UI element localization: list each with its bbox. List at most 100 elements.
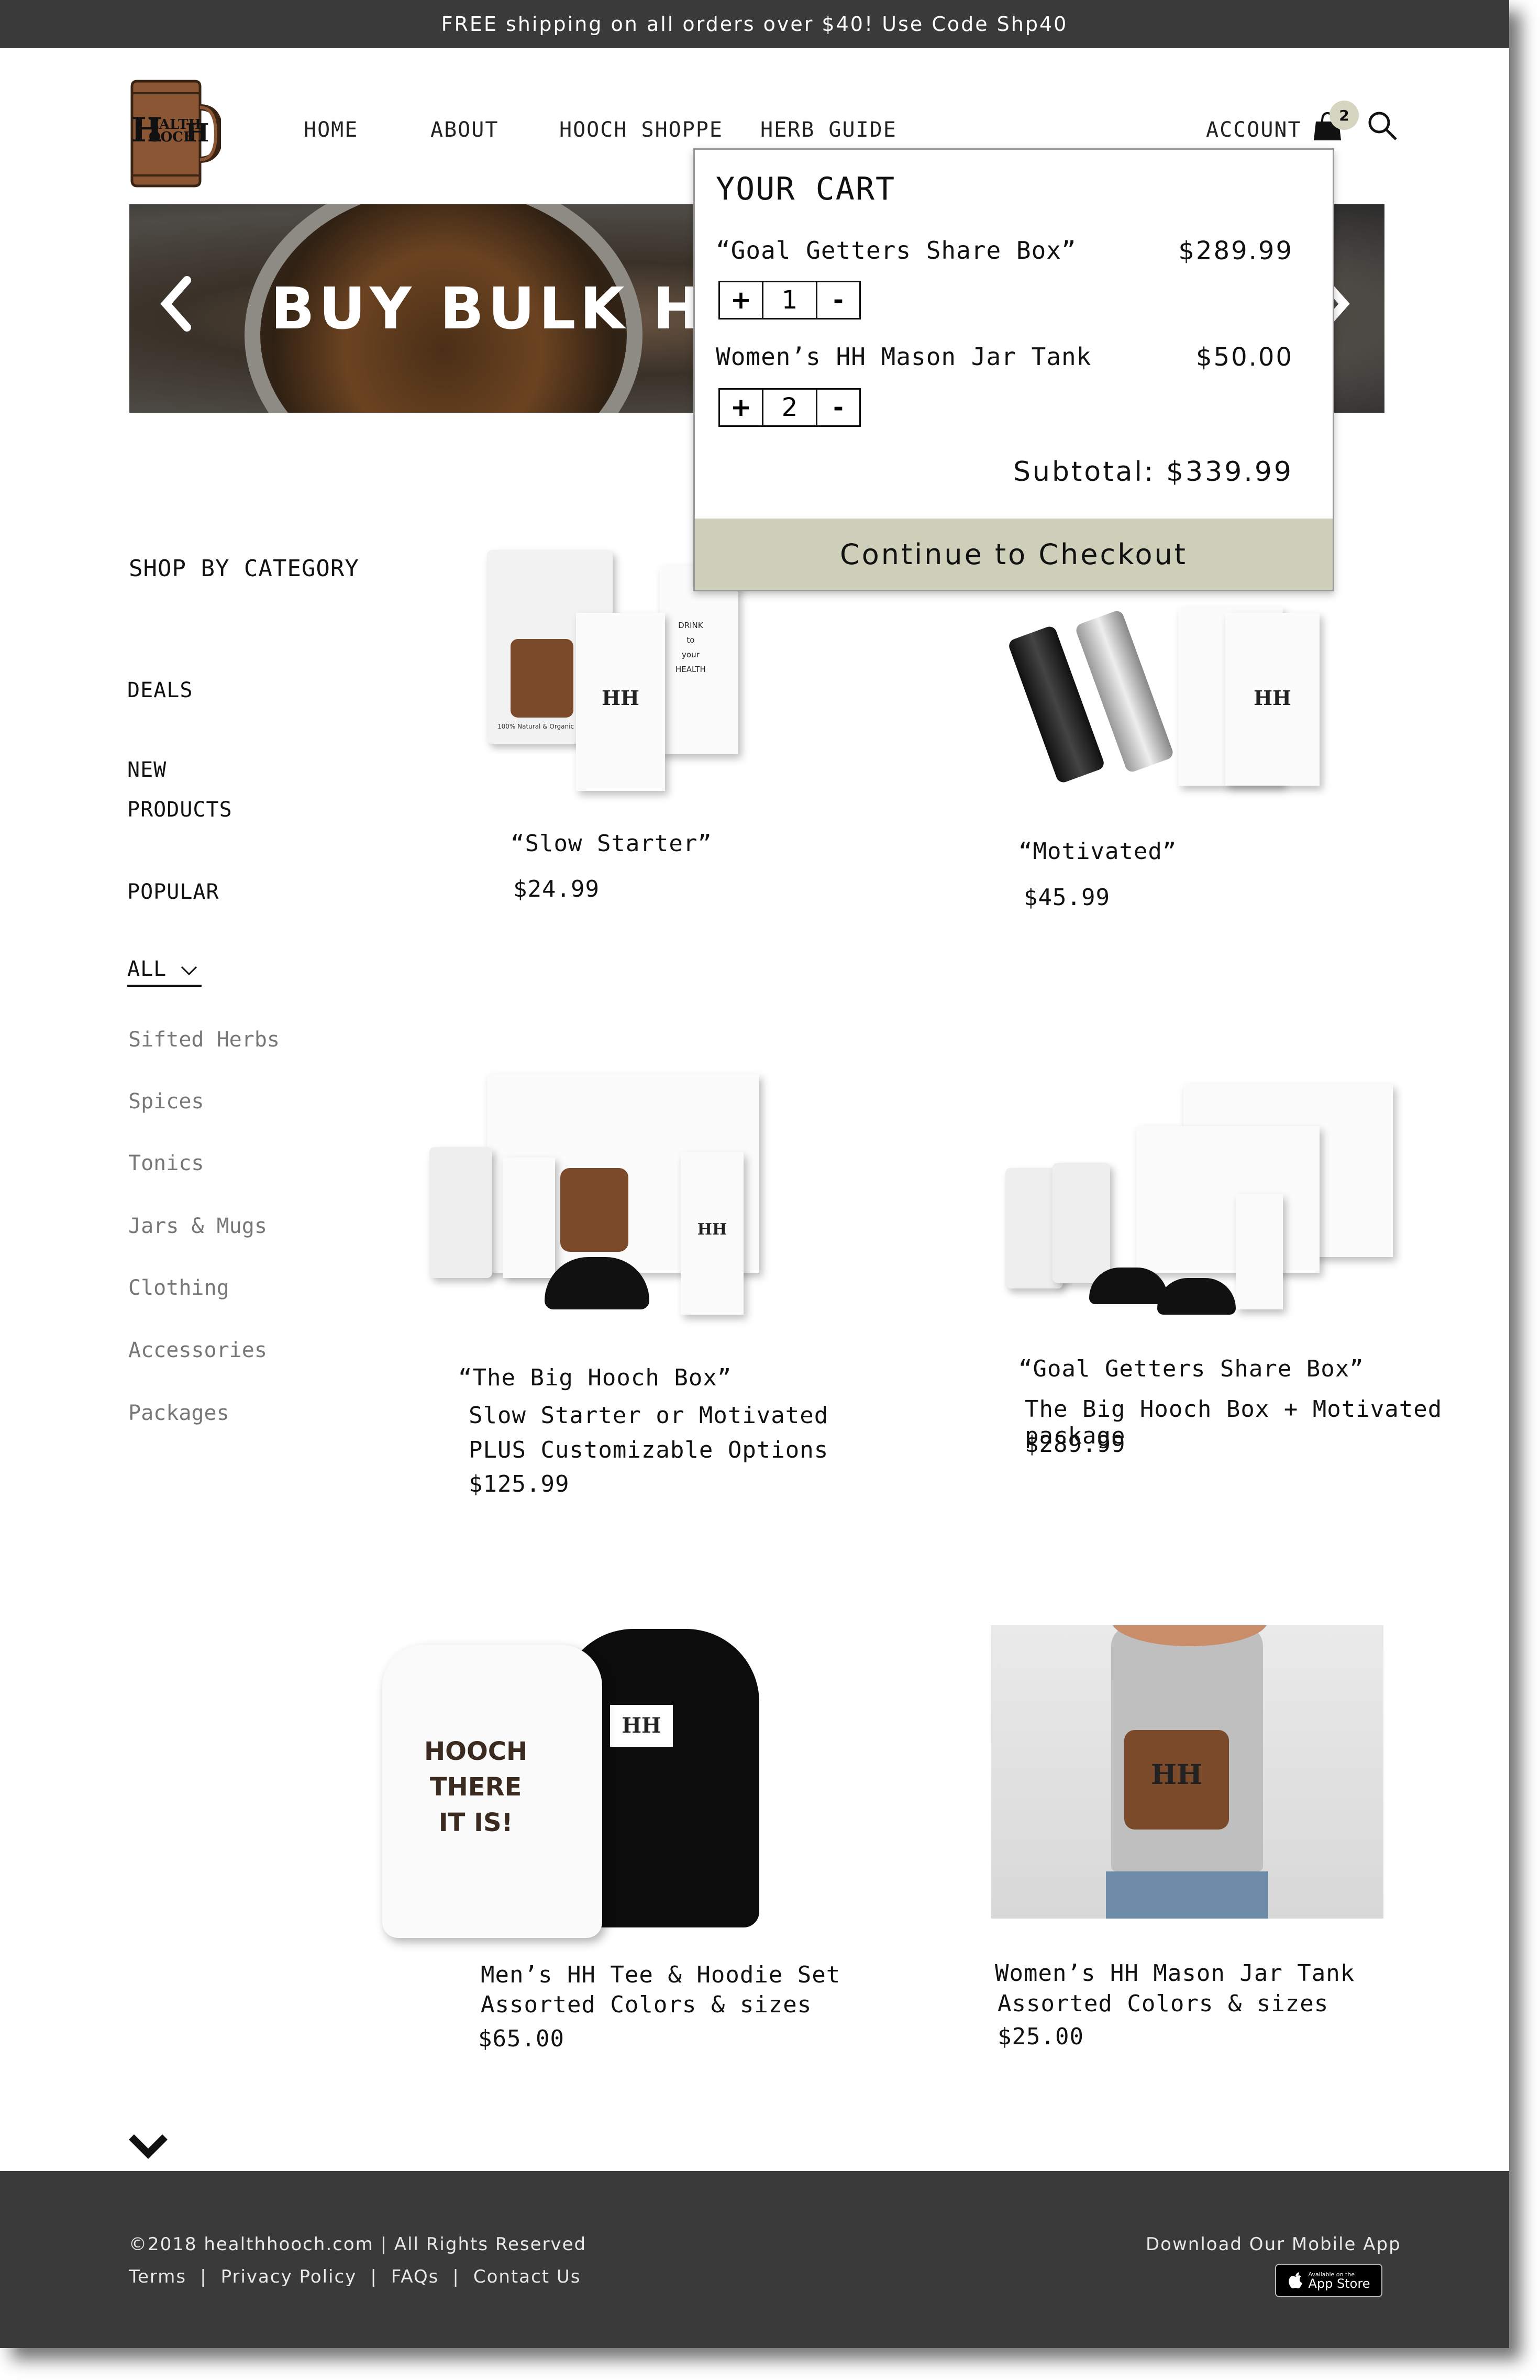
product-desc-womens-tank: Assorted Colors & sizes bbox=[998, 1990, 1329, 2017]
footer-app-label: Download Our Mobile App bbox=[1146, 2234, 1401, 2255]
sub-spices[interactable]: Spices bbox=[128, 1089, 204, 1114]
product-image-womens-tank[interactable]: HH bbox=[991, 1625, 1383, 1919]
qty-value[interactable]: 2 bbox=[762, 390, 817, 425]
qty-decrease-button[interactable]: - bbox=[817, 282, 859, 318]
qty-decrease-button[interactable]: - bbox=[817, 390, 859, 425]
cart-dropdown: YOUR CART “Goal Getters Share Box” $289.… bbox=[693, 148, 1334, 591]
search-icon[interactable] bbox=[1367, 110, 1398, 141]
all-label: ALL bbox=[127, 957, 167, 981]
checkout-button[interactable]: Continue to Checkout bbox=[695, 519, 1333, 590]
footer-sep: | bbox=[200, 2266, 207, 2287]
sub-sifted-herbs[interactable]: Sifted Herbs bbox=[128, 1028, 280, 1052]
product-image-big-hooch-box[interactable]: HH bbox=[393, 1068, 838, 1341]
footer-sep: | bbox=[370, 2266, 378, 2287]
logo-letter-h2: H bbox=[185, 118, 209, 148]
product-title-goal-getters[interactable]: “Goal Getters Share Box” bbox=[1018, 1356, 1364, 1382]
product-desc-big-hooch-box-2: PLUS Customizable Options bbox=[469, 1437, 829, 1463]
product-title-tee-hoodie[interactable]: Men’s HH Tee & Hoodie Set bbox=[481, 1962, 840, 1988]
footer-faqs-link[interactable]: FAQs bbox=[391, 2266, 439, 2287]
mug-logo-icon: H EALTH OOCH H bbox=[130, 80, 224, 188]
new-label-1: NEW bbox=[127, 758, 167, 782]
share-drink-box bbox=[1236, 1194, 1283, 1309]
sub-accessories[interactable]: Accessories bbox=[128, 1338, 267, 1362]
product-image-motivated[interactable]: HH bbox=[1007, 587, 1388, 807]
pouch-label: 100% Natural & Organic bbox=[497, 723, 574, 730]
category-new-products[interactable]: NEW PRODUCTS bbox=[127, 750, 232, 830]
tee-text-2: THERE bbox=[429, 1772, 522, 1802]
logo[interactable]: H EALTH OOCH H bbox=[127, 79, 224, 189]
qty-increase-button[interactable]: + bbox=[720, 282, 762, 318]
nav-herb-guide[interactable]: HERB GUIDE bbox=[760, 118, 897, 142]
promo-text: FREE shipping on all orders over $40! Us… bbox=[441, 13, 1068, 36]
app-store-big: App Store bbox=[1308, 2276, 1370, 2291]
cart-item-name: “Goal Getters Share Box” bbox=[716, 236, 1077, 265]
hoodie-logo: HH bbox=[622, 1713, 661, 1738]
cart-title: YOUR CART bbox=[716, 171, 896, 207]
app-store-text: Available on the App Store bbox=[1309, 2272, 1370, 2290]
product-title-motivated[interactable]: “Motivated” bbox=[1018, 838, 1177, 865]
big-pouch bbox=[429, 1147, 492, 1278]
nav-home[interactable]: HOME bbox=[304, 118, 358, 142]
footer-links: Terms | Privacy Policy | FAQs | Contact … bbox=[129, 2266, 581, 2287]
box-text-3: your bbox=[682, 650, 700, 659]
category-all[interactable]: ALL bbox=[127, 953, 202, 987]
product-price-tee-hoodie: $65.00 bbox=[478, 2025, 564, 2052]
cart-count-badge: 2 bbox=[1330, 101, 1359, 130]
product-price-goal-getters: $289.99 bbox=[1025, 1431, 1126, 1458]
cart-count: 2 bbox=[1339, 106, 1349, 124]
product-image-tee-hoodie[interactable]: HH HOOCH THERE IT IS! bbox=[356, 1618, 827, 1985]
cart-item-price: $50.00 bbox=[1196, 343, 1293, 372]
big-mug bbox=[560, 1168, 628, 1252]
tee-text-3: IT IS! bbox=[438, 1808, 513, 1837]
sub-jars-mugs[interactable]: Jars & Mugs bbox=[128, 1214, 267, 1238]
shop-by-category-heading: SHOP BY CATEGORY bbox=[129, 555, 359, 582]
category-popular[interactable]: POPULAR bbox=[127, 872, 219, 912]
product-title-big-hooch-box[interactable]: “The Big Hooch Box” bbox=[458, 1364, 732, 1391]
sub-tonics[interactable]: Tonics bbox=[128, 1151, 204, 1175]
chevron-left-icon[interactable] bbox=[156, 272, 197, 335]
product-price-slow-starter: $24.99 bbox=[513, 876, 600, 902]
share-box-2 bbox=[1136, 1126, 1320, 1273]
product-title-slow-starter[interactable]: “Slow Starter” bbox=[511, 830, 712, 857]
qty-value[interactable]: 1 bbox=[762, 282, 817, 318]
footer-contact-link[interactable]: Contact Us bbox=[473, 2266, 581, 2287]
tee-text-1: HOOCH bbox=[424, 1737, 528, 1766]
product-title-womens-tank[interactable]: Women’s HH Mason Jar Tank bbox=[995, 1960, 1355, 1987]
jeans-image bbox=[1106, 1871, 1268, 1919]
footer-sep: | bbox=[452, 2266, 460, 2287]
product-desc-big-hooch-box-1: Slow Starter or Motivated bbox=[469, 1402, 829, 1429]
category-deals[interactable]: DEALS bbox=[127, 670, 193, 710]
share-pouch-2 bbox=[1052, 1163, 1110, 1283]
box-text-4: HEALTH bbox=[675, 665, 706, 674]
chevron-down-icon bbox=[181, 966, 197, 976]
product-price-womens-tank: $25.00 bbox=[998, 2023, 1084, 2050]
scroll-down-chevron-icon[interactable] bbox=[127, 2133, 169, 2159]
cart-item-name: Women’s HH Mason Jar Tank bbox=[716, 343, 1092, 371]
share-cap-2 bbox=[1157, 1278, 1236, 1315]
quantity-stepper: + 2 - bbox=[718, 388, 861, 427]
nav-hooch-shoppe[interactable]: HOOCH SHOPPE bbox=[559, 118, 723, 142]
page: FREE shipping on all orders over $40! Us… bbox=[0, 0, 1509, 2348]
app-store-badge[interactable]: Available on the App Store bbox=[1275, 2264, 1382, 2297]
qty-increase-button[interactable]: + bbox=[720, 390, 762, 425]
tank-logo: HH bbox=[1150, 1759, 1203, 1791]
motivated-box-logo: HH bbox=[1254, 686, 1291, 710]
sub-packages[interactable]: Packages bbox=[128, 1401, 229, 1425]
nav-account[interactable]: ACCOUNT bbox=[1206, 118, 1302, 142]
box-text-2: to bbox=[686, 635, 695, 645]
product-desc-tee-hoodie: Assorted Colors & sizes bbox=[481, 1991, 812, 2018]
footer-terms-link[interactable]: Terms bbox=[129, 2266, 186, 2287]
nav-about[interactable]: ABOUT bbox=[430, 118, 498, 142]
footer: ©2018 healthhooch.com | All Rights Reser… bbox=[0, 2171, 1509, 2348]
cart-subtotal: Subtotal: $339.99 bbox=[1013, 456, 1293, 488]
box-text-1: DRINK bbox=[678, 621, 703, 630]
cart-item-price: $289.99 bbox=[1178, 236, 1293, 266]
hh-box-logo: HH bbox=[602, 686, 639, 710]
product-image-goal-getters[interactable] bbox=[979, 1074, 1450, 1341]
sub-clothing[interactable]: Clothing bbox=[128, 1276, 229, 1300]
footer-privacy-link[interactable]: Privacy Policy bbox=[221, 2266, 357, 2287]
new-label-2: PRODUCTS bbox=[127, 798, 232, 822]
product-price-big-hooch-box: $125.99 bbox=[469, 1471, 570, 1497]
tee-image: HOOCH THERE IT IS! bbox=[382, 1645, 602, 1938]
cart-button[interactable]: 2 bbox=[1312, 100, 1359, 147]
